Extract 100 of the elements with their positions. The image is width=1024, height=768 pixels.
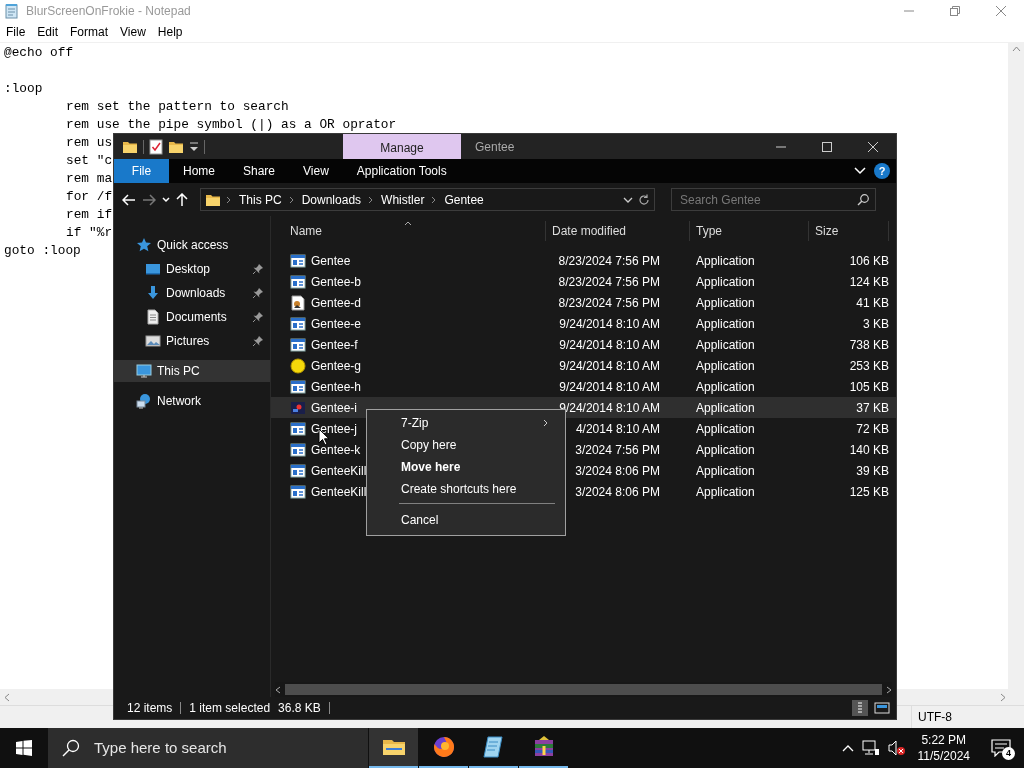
- star-icon: [136, 237, 152, 253]
- file-type: Application: [695, 358, 756, 373]
- file-size: 3 KB: [862, 316, 889, 331]
- nav-item[interactable]: Pictures: [114, 330, 270, 352]
- menu-item[interactable]: Format: [64, 22, 115, 42]
- file-name: Gentee-g: [311, 358, 362, 373]
- nav-item[interactable]: Quick access: [114, 234, 270, 256]
- file-size: 72 KB: [855, 421, 889, 436]
- text-line: @echo off: [4, 44, 74, 62]
- text-line: goto :loop: [4, 242, 81, 260]
- customize-caret-icon[interactable]: [189, 140, 199, 153]
- file-name: Gentee-j: [311, 421, 358, 436]
- menu-item[interactable]: Copy here: [369, 434, 563, 456]
- text-line: set "c: [65, 152, 113, 170]
- breadcrumb-item[interactable]: Gentee: [442, 190, 486, 209]
- ribbon-tab[interactable]: Application Tools: [342, 159, 461, 183]
- forward-icon[interactable]: [142, 193, 156, 206]
- scroll-left-icon[interactable]: [275, 685, 281, 694]
- smiley-icon: [290, 357, 306, 374]
- date-modified: 9/24/2014 8:10 AM: [558, 379, 660, 394]
- column-header[interactable]: Size: [809, 221, 889, 241]
- help-button[interactable]: ?: [874, 163, 890, 179]
- nav-item[interactable]: Network: [114, 390, 270, 412]
- file-size: 140 KB: [848, 442, 889, 457]
- menu-item[interactable]: Create shortcuts here: [369, 478, 563, 500]
- file-type: Application: [695, 421, 756, 436]
- application-icon: [290, 462, 306, 479]
- column-header[interactable]: Date modified: [546, 221, 690, 241]
- recent-caret-icon[interactable]: [162, 196, 170, 203]
- taskbar-app-button[interactable]: [369, 728, 418, 768]
- search-box[interactable]: Type here to search: [48, 728, 368, 768]
- maximize-icon[interactable]: [822, 141, 832, 152]
- refresh-icon[interactable]: [638, 193, 650, 206]
- pin-icon: [252, 335, 264, 347]
- nav-item[interactable]: Documents: [114, 306, 270, 328]
- nav-item[interactable]: Desktop: [114, 258, 270, 280]
- menu-item[interactable]: File: [0, 22, 32, 42]
- search-field[interactable]: Search Gentee: [678, 189, 848, 210]
- details-view-icon[interactable]: [852, 700, 868, 716]
- search-box[interactable]: Search Gentee: [671, 188, 876, 211]
- document-icon: [145, 309, 161, 325]
- breadcrumb-item[interactable]: This PC: [237, 190, 284, 209]
- column-header[interactable]: Name: [271, 221, 546, 241]
- image-file-icon: [290, 294, 306, 311]
- search-icon: [62, 739, 80, 757]
- scroll-left-icon[interactable]: [4, 692, 10, 702]
- clock-button[interactable]: 5:22 PM 11/5/2024: [909, 728, 978, 768]
- tiles-view-icon[interactable]: [874, 700, 890, 716]
- file-name: GenteeKill: [311, 484, 367, 499]
- menu-item[interactable]: View: [114, 22, 152, 42]
- date-modified: 8/23/2024 7:56 PM: [557, 274, 660, 289]
- pin-icon: [252, 311, 264, 323]
- expand-ribbon-icon[interactable]: [854, 167, 866, 175]
- menu-item[interactable]: Help: [151, 22, 189, 42]
- chevron-icon: [431, 195, 438, 204]
- notifications-button[interactable]: 4: [978, 728, 1024, 768]
- dropdown-caret-icon[interactable]: [623, 196, 633, 203]
- application-icon: [290, 315, 306, 332]
- text-line: if "%r: [65, 224, 113, 242]
- restore-icon[interactable]: [950, 6, 960, 16]
- properties-icon[interactable]: [149, 138, 163, 155]
- windows-logo-icon[interactable]: [16, 740, 32, 756]
- vertical-scrollbar[interactable]: [1008, 42, 1024, 689]
- menu-item[interactable]: Edit: [31, 22, 65, 42]
- sort-caret-icon: [404, 221, 412, 226]
- file-type: Application: [695, 484, 756, 499]
- file-menu-button[interactable]: File: [114, 159, 169, 183]
- address-bar[interactable]: This PC Downloads Whistler Gentee: [200, 188, 655, 211]
- ribbon-tab[interactable]: View: [289, 159, 343, 183]
- contextual-tab[interactable]: Manage: [343, 134, 461, 159]
- breadcrumb-item[interactable]: Whistler: [379, 190, 427, 209]
- file-size: 41 KB: [855, 295, 889, 310]
- caret-up-icon[interactable]: [841, 744, 854, 752]
- selection-size: 36.8 KB: [278, 702, 321, 714]
- computer-icon: [136, 363, 152, 379]
- item-count: 12 items: [127, 702, 182, 714]
- column-header[interactable]: Type: [690, 221, 809, 241]
- menu-item[interactable]: 7-Zip: [369, 412, 563, 434]
- breadcrumb-item[interactable]: Downloads: [299, 190, 364, 209]
- network-icon[interactable]: [861, 740, 880, 756]
- nav-item[interactable]: Downloads: [114, 282, 270, 304]
- notepad-icon: [4, 3, 20, 19]
- scroll-right-icon[interactable]: [886, 685, 892, 694]
- up-icon[interactable]: [176, 192, 188, 207]
- selection-info: 1 item selected: [189, 702, 271, 714]
- ribbon-tab[interactable]: Home: [169, 159, 229, 183]
- file-name: Gentee-d: [311, 295, 362, 310]
- file-type: Application: [695, 337, 756, 352]
- back-icon[interactable]: [122, 193, 136, 206]
- scroll-right-icon[interactable]: [1000, 692, 1006, 702]
- scroll-up-icon[interactable]: [1011, 46, 1021, 52]
- nav-item[interactable]: This PC: [114, 360, 270, 382]
- application-icon: [290, 252, 306, 269]
- ribbon-tab[interactable]: Share: [229, 159, 290, 183]
- menu-item[interactable]: Move here: [369, 456, 563, 478]
- chevron-icon: [368, 195, 375, 204]
- volume-muted-icon[interactable]: [887, 740, 906, 756]
- close-icon[interactable]: [868, 141, 878, 152]
- search-field[interactable]: Type here to search: [92, 735, 352, 761]
- desktop-icon: [145, 261, 161, 277]
